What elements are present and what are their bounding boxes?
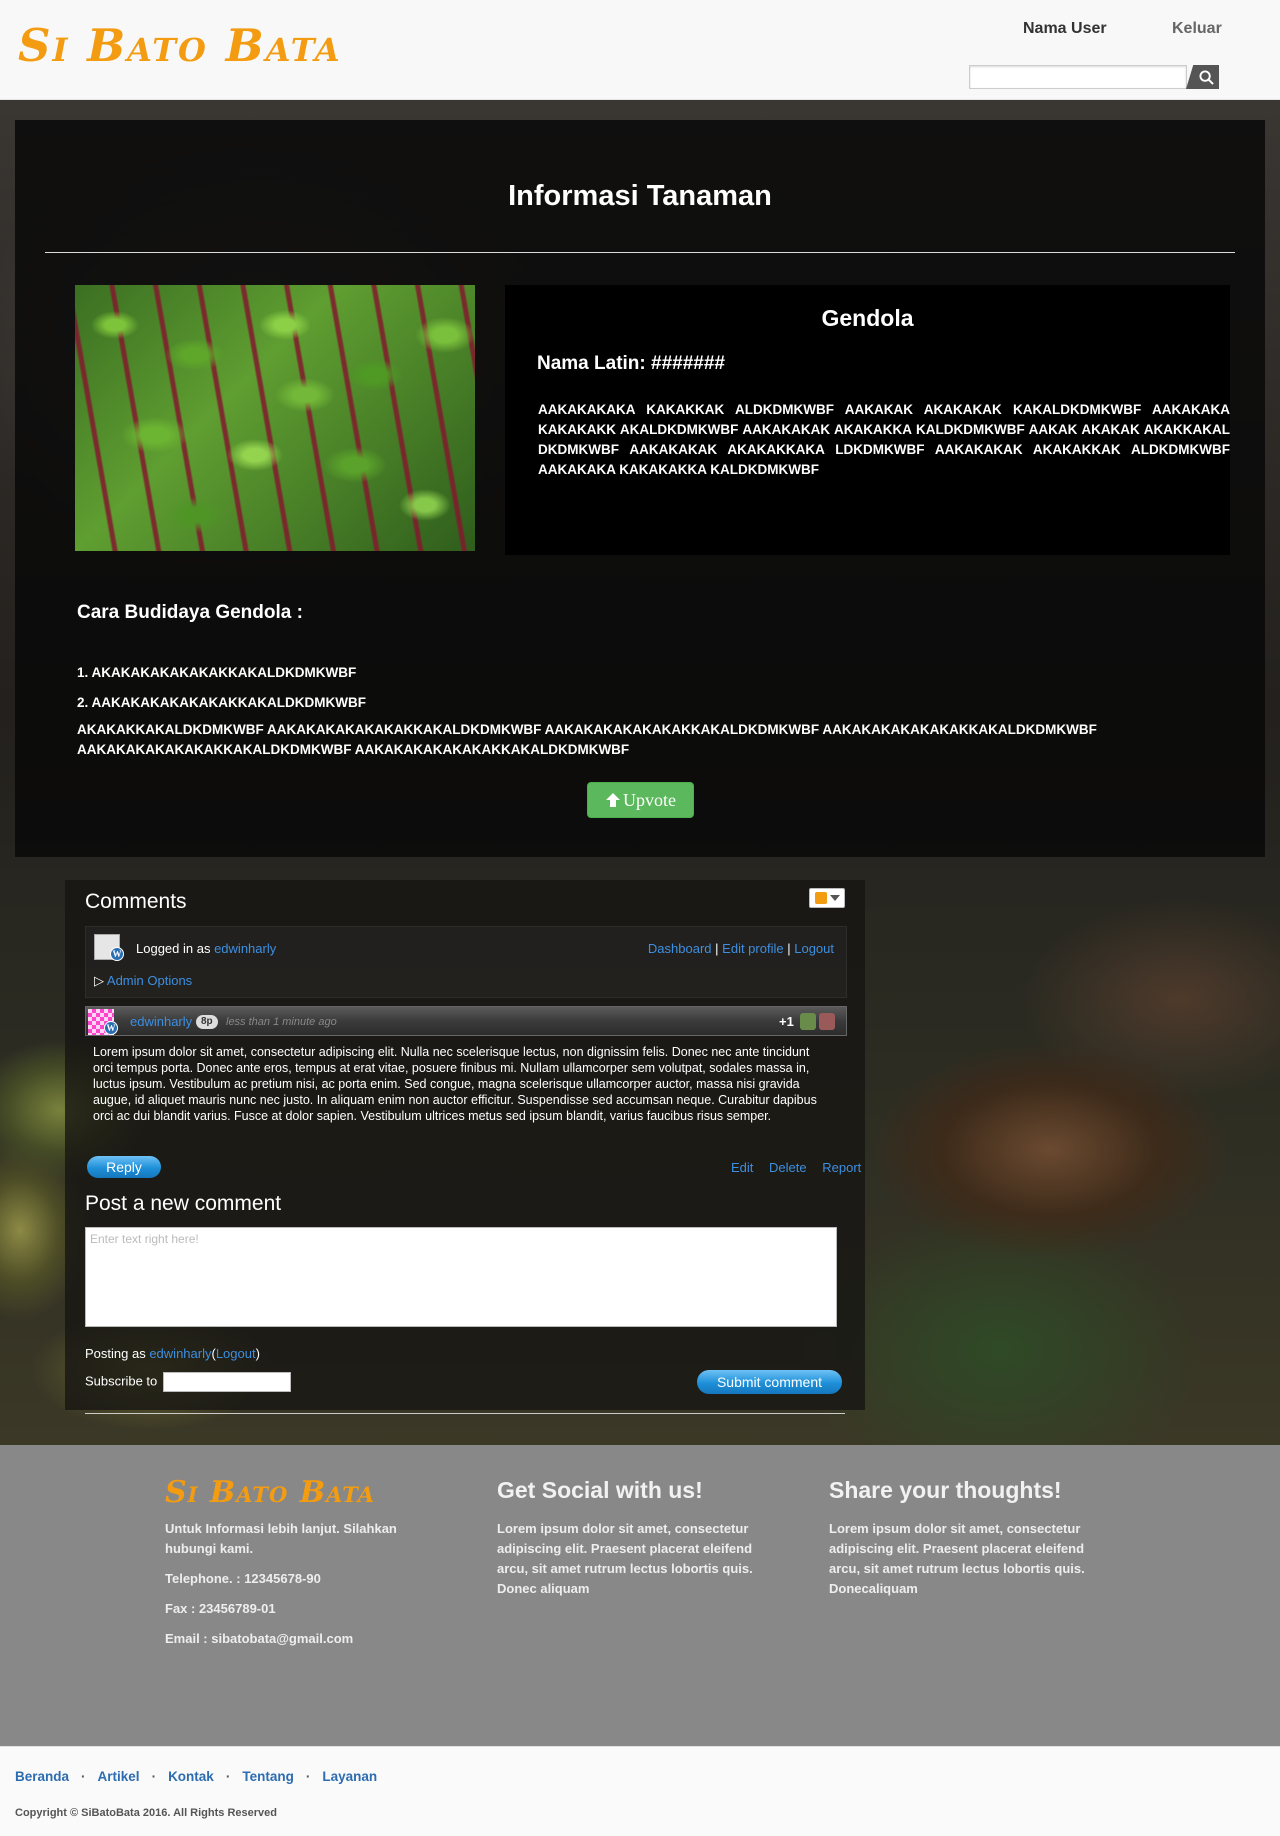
rss-icon bbox=[814, 892, 827, 904]
link-separator: | bbox=[715, 941, 719, 956]
admin-options-toggle[interactable]: ▷ Admin Options bbox=[94, 973, 192, 989]
title-divider bbox=[45, 252, 1235, 253]
share-title: Share your thoughts! bbox=[829, 1477, 1062, 1503]
nav-beranda[interactable]: Beranda bbox=[15, 1769, 69, 1784]
comments-logout-link[interactable]: Logout bbox=[794, 941, 834, 956]
plant-latin-name: Nama Latin: ####### bbox=[537, 353, 725, 374]
wordpress-icon: W bbox=[110, 947, 124, 961]
upvote-label: Upvote bbox=[623, 789, 676, 810]
footer-logo: Si Bato Bata bbox=[165, 1475, 376, 1510]
site-logo[interactable]: Si Bato Bata bbox=[18, 18, 342, 74]
hero-background: Informasi Tanaman Gendola Nama Latin: ##… bbox=[0, 100, 1280, 1445]
arrow-up-icon bbox=[606, 793, 620, 807]
comment-score: +1 bbox=[779, 1014, 794, 1029]
wordpress-icon: W bbox=[104, 1021, 118, 1035]
cultivation-title: Cara Budidaya Gendola : bbox=[77, 602, 303, 623]
edit-comment-link[interactable]: Edit bbox=[731, 1160, 753, 1175]
nav-tentang[interactable]: Tentang bbox=[242, 1769, 294, 1784]
comment-timestamp: less than 1 minute ago bbox=[226, 1016, 337, 1028]
reply-button[interactable]: Reply bbox=[87, 1156, 161, 1178]
footer-nav: Beranda · Artikel · Kontak · Tentang · Layanan bbox=[15, 1769, 377, 1784]
nav-kontak[interactable]: Kontak bbox=[168, 1769, 214, 1784]
comment-body: Lorem ipsum dolor sit amet, consectetur … bbox=[93, 1045, 817, 1123]
subscribe-select[interactable] bbox=[162, 1372, 291, 1392]
comments-divider bbox=[85, 1413, 845, 1414]
reputation-badge: 8p bbox=[196, 1015, 218, 1029]
link-separator: | bbox=[787, 941, 791, 956]
footer-info: Untuk Informasi lebih lanjut. Silahkan h… bbox=[165, 1521, 397, 1556]
plant-description: AAKAKAKAKA KAKAKKAK ALDKDMKWBF AAKAKAK A… bbox=[538, 402, 1230, 477]
plant-info-panel: Informasi Tanaman Gendola Nama Latin: ##… bbox=[15, 120, 1265, 857]
comments-title: Comments bbox=[85, 890, 187, 913]
comments-section: Comments W Logged in as edwinharly Dashb… bbox=[65, 880, 865, 1414]
subscribe-label: Subscribe to bbox=[85, 1373, 158, 1389]
nav-separator: · bbox=[305, 1769, 311, 1784]
footer-email: Email : sibatobata@gmail.com bbox=[165, 1631, 354, 1646]
comment-actions: Edit Delete Report bbox=[719, 1160, 861, 1175]
thumbs-down-icon[interactable] bbox=[819, 1013, 835, 1030]
footer-fax: Fax : 23456789-01 bbox=[165, 1601, 276, 1616]
admin-options-link[interactable]: Admin Options bbox=[107, 973, 192, 988]
search-input[interactable] bbox=[969, 65, 1187, 89]
nav-separator: · bbox=[81, 1769, 86, 1784]
posting-as-user[interactable]: edwinharly bbox=[149, 1346, 211, 1361]
copyright: Copyright © SiBatoBata 2016. All Rights … bbox=[15, 1807, 277, 1819]
cultivation-step: 2. AAKAKAKAKAKAKAKKAKALDKDMKWBF bbox=[77, 695, 366, 710]
nav-separator: · bbox=[225, 1769, 231, 1784]
rss-dropdown[interactable] bbox=[809, 888, 845, 908]
plant-info-box: Gendola Nama Latin: ####### AAKAKAKAKA K… bbox=[505, 285, 1230, 555]
comment-author[interactable]: edwinharly bbox=[130, 1014, 192, 1029]
comment-textarea[interactable] bbox=[85, 1227, 837, 1327]
logged-in-label: Logged in as bbox=[136, 941, 211, 956]
delete-comment-link[interactable]: Delete bbox=[769, 1160, 807, 1175]
site-footer: Si Bato Bata Untuk Informasi lebih lanju… bbox=[0, 1445, 1280, 1746]
user-name-link[interactable]: Nama User bbox=[1023, 20, 1107, 38]
submit-comment-button[interactable]: Submit comment bbox=[697, 1370, 842, 1394]
cultivation-step: 1. AKAKAKAKAKAKAKKAKALDKDMKWBF bbox=[77, 665, 357, 680]
triangle-right-icon: ▷ bbox=[94, 973, 104, 988]
chevron-down-icon bbox=[829, 895, 840, 901]
cultivation-extra-text: AKAKAKKAKALDKDMKWBF AAKAKAKAKAKAKAKKAKAL… bbox=[77, 722, 1097, 757]
bottom-bar: Beranda · Artikel · Kontak · Tentang · Layanan C… bbox=[0, 1746, 1280, 1836]
subscribe-row: Subscribe to bbox=[85, 1372, 291, 1392]
page-title: Informasi Tanaman bbox=[508, 180, 772, 212]
dashboard-link[interactable]: Dashboard bbox=[648, 941, 712, 956]
comment-header: W edwinharly 8p less than 1 minute ago +… bbox=[85, 1006, 847, 1036]
report-comment-link[interactable]: Report bbox=[822, 1160, 861, 1175]
share-text: Lorem ipsum dolor sit amet, consectetur … bbox=[829, 1521, 1085, 1596]
upvote-button[interactable]: Upvote bbox=[587, 782, 694, 818]
social-text: Lorem ipsum dolor sit amet, consectetur … bbox=[497, 1521, 753, 1596]
posting-as-text: Posting as edwinharly(Logout) bbox=[85, 1346, 260, 1361]
footer-telephone: Telephone. : 12345678-90 bbox=[165, 1571, 321, 1586]
plant-name: Gendola bbox=[821, 305, 914, 331]
nav-layanan[interactable]: Layanan bbox=[322, 1769, 377, 1784]
edit-profile-link[interactable]: Edit profile bbox=[722, 941, 783, 956]
logged-in-username[interactable]: edwinharly bbox=[214, 941, 276, 956]
posting-as-label: Posting as bbox=[85, 1346, 146, 1361]
login-status-box: W Logged in as edwinharly Dashboard | Ed… bbox=[85, 926, 847, 998]
logged-in-text: Logged in as edwinharly bbox=[136, 941, 276, 956]
posting-logout-link[interactable]: Logout bbox=[216, 1346, 256, 1361]
post-comment-title: Post a new comment bbox=[85, 1192, 282, 1215]
nav-separator: · bbox=[151, 1769, 157, 1784]
site-header: Si Bato Bata Nama User Keluar bbox=[0, 0, 1280, 100]
account-links: Dashboard | Edit profile | Logout bbox=[648, 941, 834, 956]
plant-image bbox=[75, 285, 475, 551]
search-icon bbox=[1199, 69, 1214, 85]
logout-link[interactable]: Keluar bbox=[1172, 20, 1222, 38]
thumbs-up-icon[interactable] bbox=[800, 1013, 816, 1030]
nav-artikel[interactable]: Artikel bbox=[98, 1769, 140, 1784]
search-button[interactable] bbox=[1186, 65, 1219, 89]
social-title: Get Social with us! bbox=[497, 1477, 703, 1503]
